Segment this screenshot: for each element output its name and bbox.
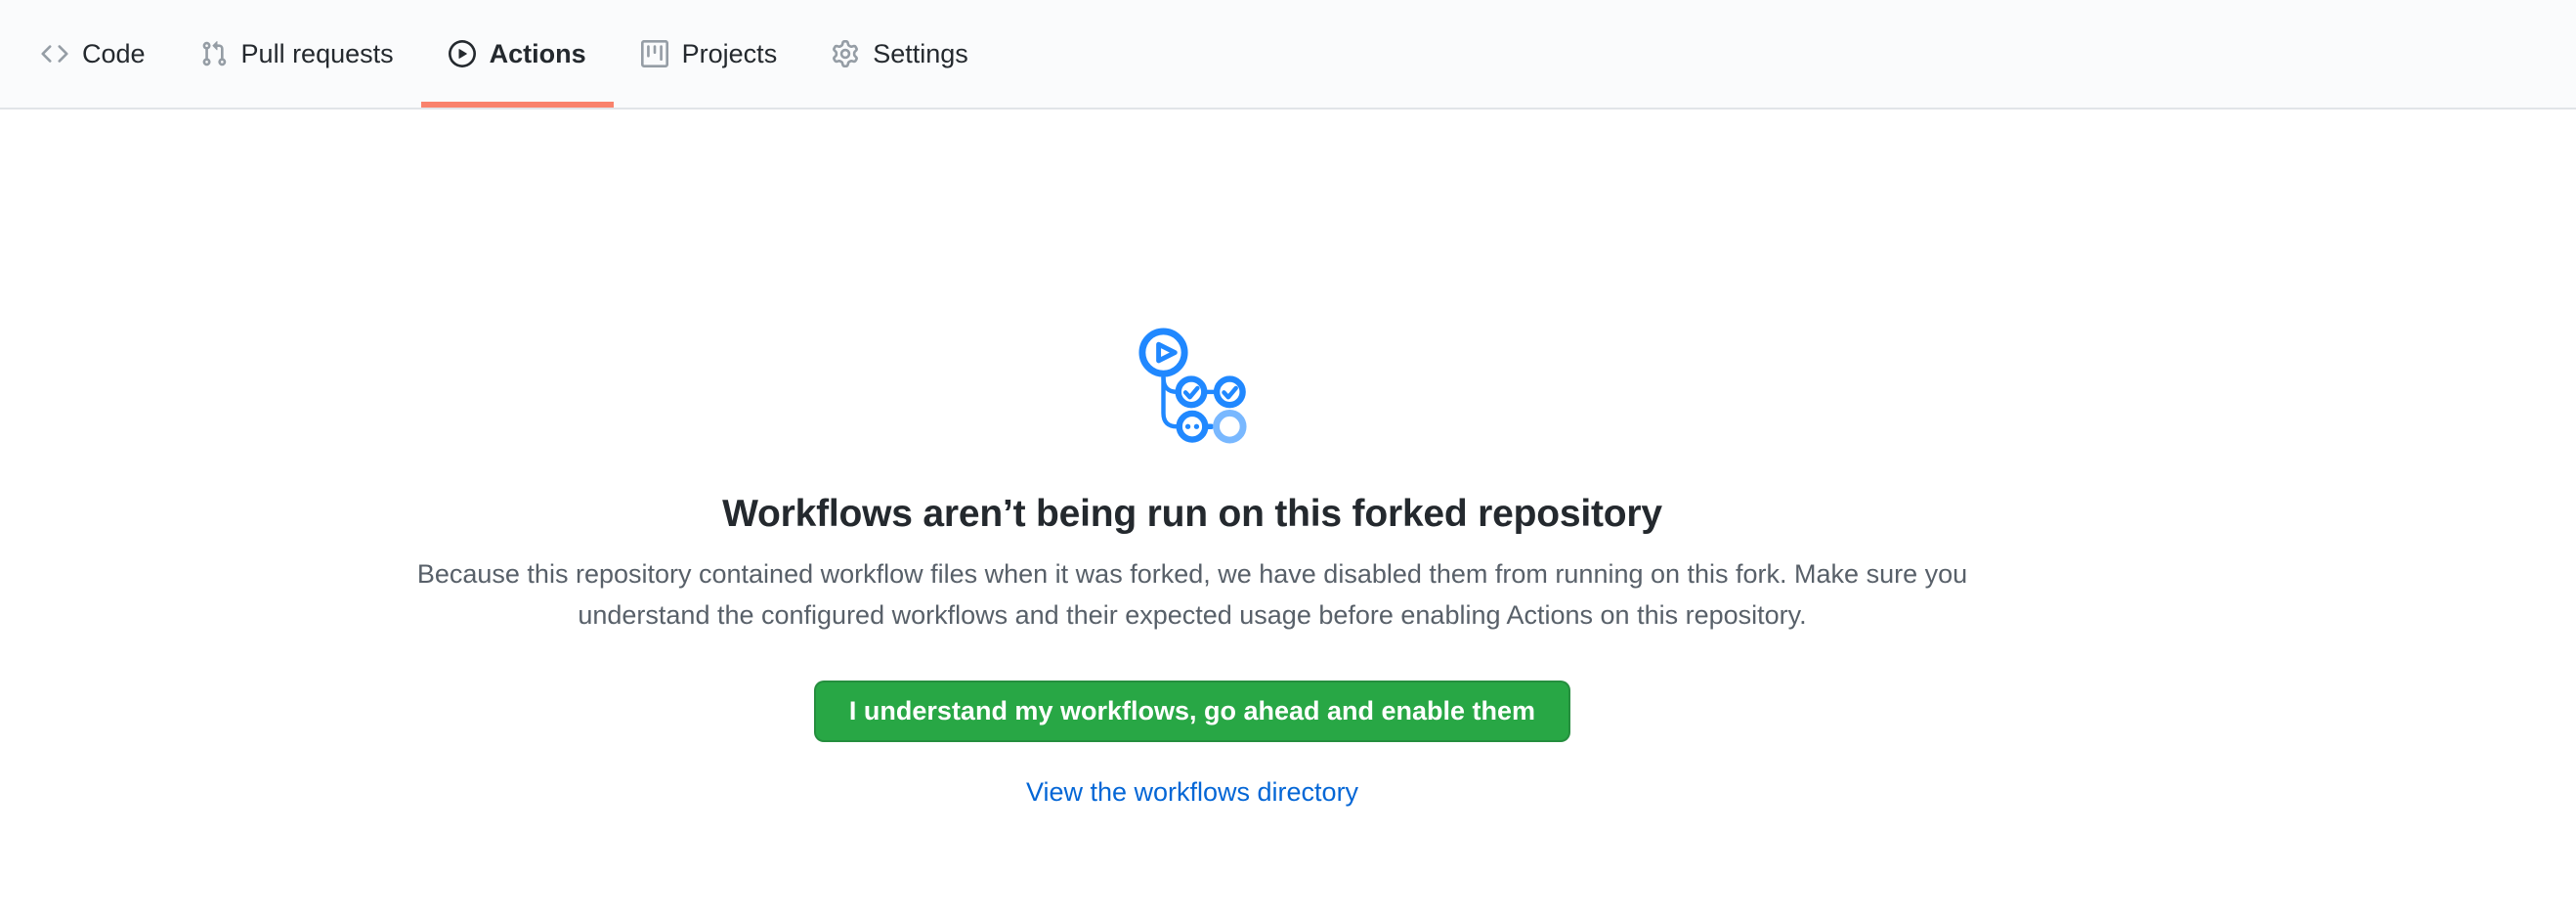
view-workflows-directory-link[interactable]: View the workflows directory <box>1026 777 1358 808</box>
tab-label: Projects <box>682 41 778 67</box>
repo-tab-nav: Code Pull requests Actions Projects Sett… <box>0 0 2576 110</box>
tab-projects[interactable]: Projects <box>614 0 805 108</box>
empty-state-description: Because this repository contained workfl… <box>401 553 1984 636</box>
play-circle-icon <box>449 40 476 67</box>
tab-code[interactable]: Code <box>14 0 173 108</box>
code-icon <box>41 40 68 67</box>
gear-icon <box>832 40 859 67</box>
project-icon <box>641 40 668 67</box>
tab-actions[interactable]: Actions <box>421 0 614 108</box>
actions-empty-state-page: Workflows aren’t being run on this forke… <box>0 110 2384 808</box>
workflows-disabled-blankslate: Workflows aren’t being run on this forke… <box>401 325 1984 808</box>
enable-workflows-button[interactable]: I understand my workflows, go ahead and … <box>814 681 1570 742</box>
tab-label: Pull requests <box>241 41 394 67</box>
tab-label: Actions <box>490 41 586 67</box>
empty-state-title: Workflows aren’t being run on this forke… <box>722 493 1662 536</box>
tab-pull-requests[interactable]: Pull requests <box>173 0 421 108</box>
git-pull-request-icon <box>200 40 228 67</box>
tab-label: Code <box>82 41 146 67</box>
tab-label: Settings <box>873 41 968 67</box>
tab-settings[interactable]: Settings <box>804 0 996 108</box>
workflow-illustration-icon <box>1136 325 1249 444</box>
